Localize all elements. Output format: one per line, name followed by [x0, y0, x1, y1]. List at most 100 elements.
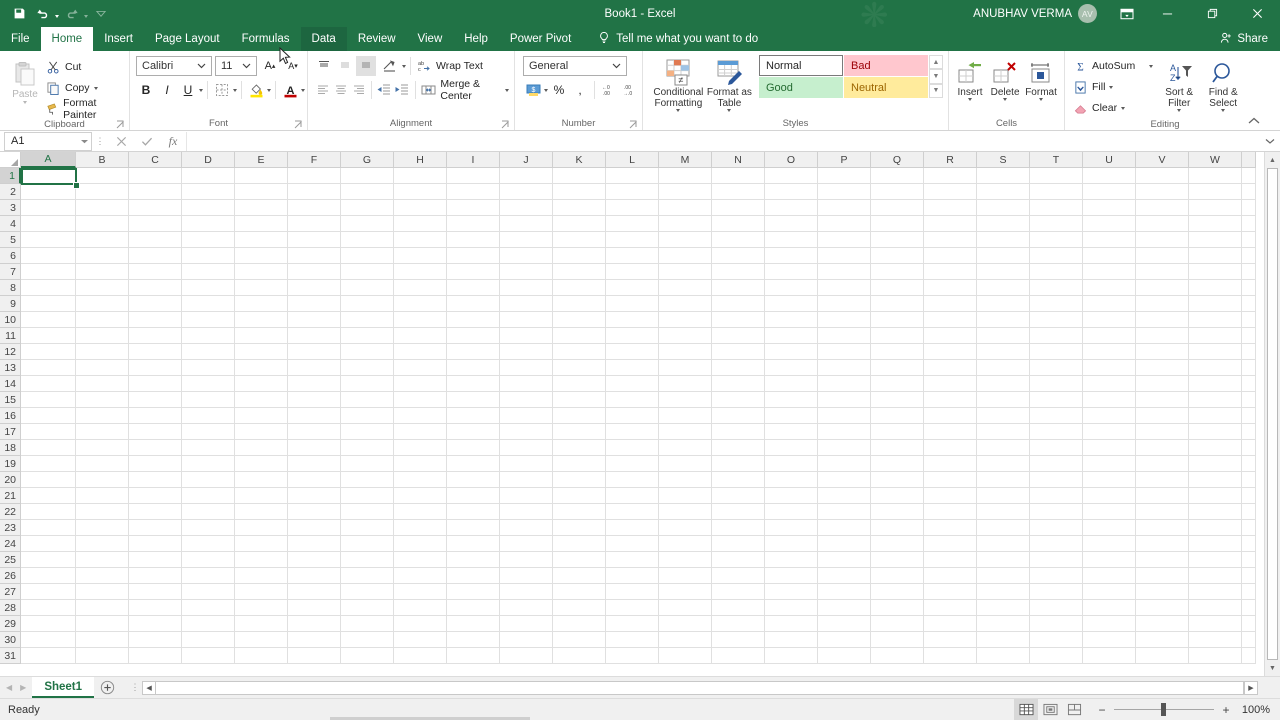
cell-E24[interactable]: [235, 536, 288, 552]
cell-N3[interactable]: [712, 200, 765, 216]
plus-circle-icon[interactable]: [94, 677, 120, 698]
cell-E1[interactable]: [235, 168, 288, 184]
cell-O28[interactable]: [765, 600, 818, 616]
cell-K19[interactable]: [553, 456, 606, 472]
cell-E5[interactable]: [235, 232, 288, 248]
cell-S8[interactable]: [977, 280, 1030, 296]
cell-H23[interactable]: [394, 520, 447, 536]
cell-B1[interactable]: [76, 168, 129, 184]
cell-J19[interactable]: [500, 456, 553, 472]
cell-C16[interactable]: [129, 408, 182, 424]
cell-G1[interactable]: [341, 168, 394, 184]
close-icon[interactable]: [1235, 0, 1280, 27]
cell-L2[interactable]: [606, 184, 659, 200]
cell-I15[interactable]: [447, 392, 500, 408]
cell-I18[interactable]: [447, 440, 500, 456]
cell-P28[interactable]: [818, 600, 871, 616]
cell-P7[interactable]: [818, 264, 871, 280]
cell-W1[interactable]: [1189, 168, 1242, 184]
cell-O2[interactable]: [765, 184, 818, 200]
cell-E3[interactable]: [235, 200, 288, 216]
cell-O5[interactable]: [765, 232, 818, 248]
cell-A9[interactable]: [21, 296, 76, 312]
cell-H30[interactable]: [394, 632, 447, 648]
cell-B25[interactable]: [76, 552, 129, 568]
cell-R28[interactable]: [924, 600, 977, 616]
scroll-down-icon[interactable]: ▼: [1265, 660, 1280, 676]
row-header-5[interactable]: 5: [0, 232, 21, 248]
cell-R11[interactable]: [924, 328, 977, 344]
cell-B23[interactable]: [76, 520, 129, 536]
cell-B26[interactable]: [76, 568, 129, 584]
cell-A7[interactable]: [21, 264, 76, 280]
cell-K23[interactable]: [553, 520, 606, 536]
orientation-button[interactable]: [377, 56, 401, 76]
cell-Q12[interactable]: [871, 344, 924, 360]
find-select-button[interactable]: Find & Select: [1201, 55, 1245, 112]
cell-D15[interactable]: [182, 392, 235, 408]
cell-V13[interactable]: [1136, 360, 1189, 376]
cell-R14[interactable]: [924, 376, 977, 392]
cell-B6[interactable]: [76, 248, 129, 264]
cell-D14[interactable]: [182, 376, 235, 392]
cell-P12[interactable]: [818, 344, 871, 360]
cell-T9[interactable]: [1030, 296, 1083, 312]
cell-L30[interactable]: [606, 632, 659, 648]
cell-W17[interactable]: [1189, 424, 1242, 440]
cell-S5[interactable]: [977, 232, 1030, 248]
cell-J21[interactable]: [500, 488, 553, 504]
column-header-partial[interactable]: [1242, 152, 1256, 168]
cell-Q25[interactable]: [871, 552, 924, 568]
cell-S29[interactable]: [977, 616, 1030, 632]
cell-F31[interactable]: [288, 648, 341, 664]
cancel-x-icon[interactable]: [108, 132, 134, 151]
cell-W18[interactable]: [1189, 440, 1242, 456]
cell-J23[interactable]: [500, 520, 553, 536]
accounting-dropdown-caret-icon[interactable]: [544, 88, 548, 92]
cell-E17[interactable]: [235, 424, 288, 440]
row-header-21[interactable]: 21: [0, 488, 21, 504]
fill-color-button[interactable]: [246, 80, 266, 100]
cell-G29[interactable]: [341, 616, 394, 632]
alignment-dialog-launcher-icon[interactable]: [501, 120, 510, 129]
cell-V25[interactable]: [1136, 552, 1189, 568]
cell-H31[interactable]: [394, 648, 447, 664]
sort-filter-button[interactable]: A Z Sort & Filter: [1157, 55, 1201, 112]
cell-B30[interactable]: [76, 632, 129, 648]
cell-F5[interactable]: [288, 232, 341, 248]
cell-C25[interactable]: [129, 552, 182, 568]
cell-A28[interactable]: [21, 600, 76, 616]
cell-V16[interactable]: [1136, 408, 1189, 424]
cell-Q28[interactable]: [871, 600, 924, 616]
cell-H3[interactable]: [394, 200, 447, 216]
cell-A26[interactable]: [21, 568, 76, 584]
cell-M25[interactable]: [659, 552, 712, 568]
cell-T7[interactable]: [1030, 264, 1083, 280]
cell-P29[interactable]: [818, 616, 871, 632]
decrease-decimal-button[interactable]: .00 →.0: [620, 80, 640, 100]
cell-N22[interactable]: [712, 504, 765, 520]
cell-U31[interactable]: [1083, 648, 1136, 664]
number-format-select[interactable]: General: [523, 56, 627, 76]
cell-E18[interactable]: [235, 440, 288, 456]
cell-M4[interactable]: [659, 216, 712, 232]
cell-J13[interactable]: [500, 360, 553, 376]
cell-S12[interactable]: [977, 344, 1030, 360]
decrease-font-size-button[interactable]: A ▾: [283, 56, 303, 76]
cell-T12[interactable]: [1030, 344, 1083, 360]
cell-G25[interactable]: [341, 552, 394, 568]
tab-home[interactable]: Home: [40, 27, 94, 51]
cell-A21[interactable]: [21, 488, 76, 504]
cell-M15[interactable]: [659, 392, 712, 408]
cell-T5[interactable]: [1030, 232, 1083, 248]
cut-button[interactable]: Cut: [46, 57, 124, 77]
cell-V29[interactable]: [1136, 616, 1189, 632]
cell-F4[interactable]: [288, 216, 341, 232]
cell-S30[interactable]: [977, 632, 1030, 648]
cell-partial-28[interactable]: [1242, 600, 1256, 616]
cell-W27[interactable]: [1189, 584, 1242, 600]
cell-M12[interactable]: [659, 344, 712, 360]
cell-T20[interactable]: [1030, 472, 1083, 488]
cell-B15[interactable]: [76, 392, 129, 408]
customize-qat-icon[interactable]: [90, 4, 112, 24]
